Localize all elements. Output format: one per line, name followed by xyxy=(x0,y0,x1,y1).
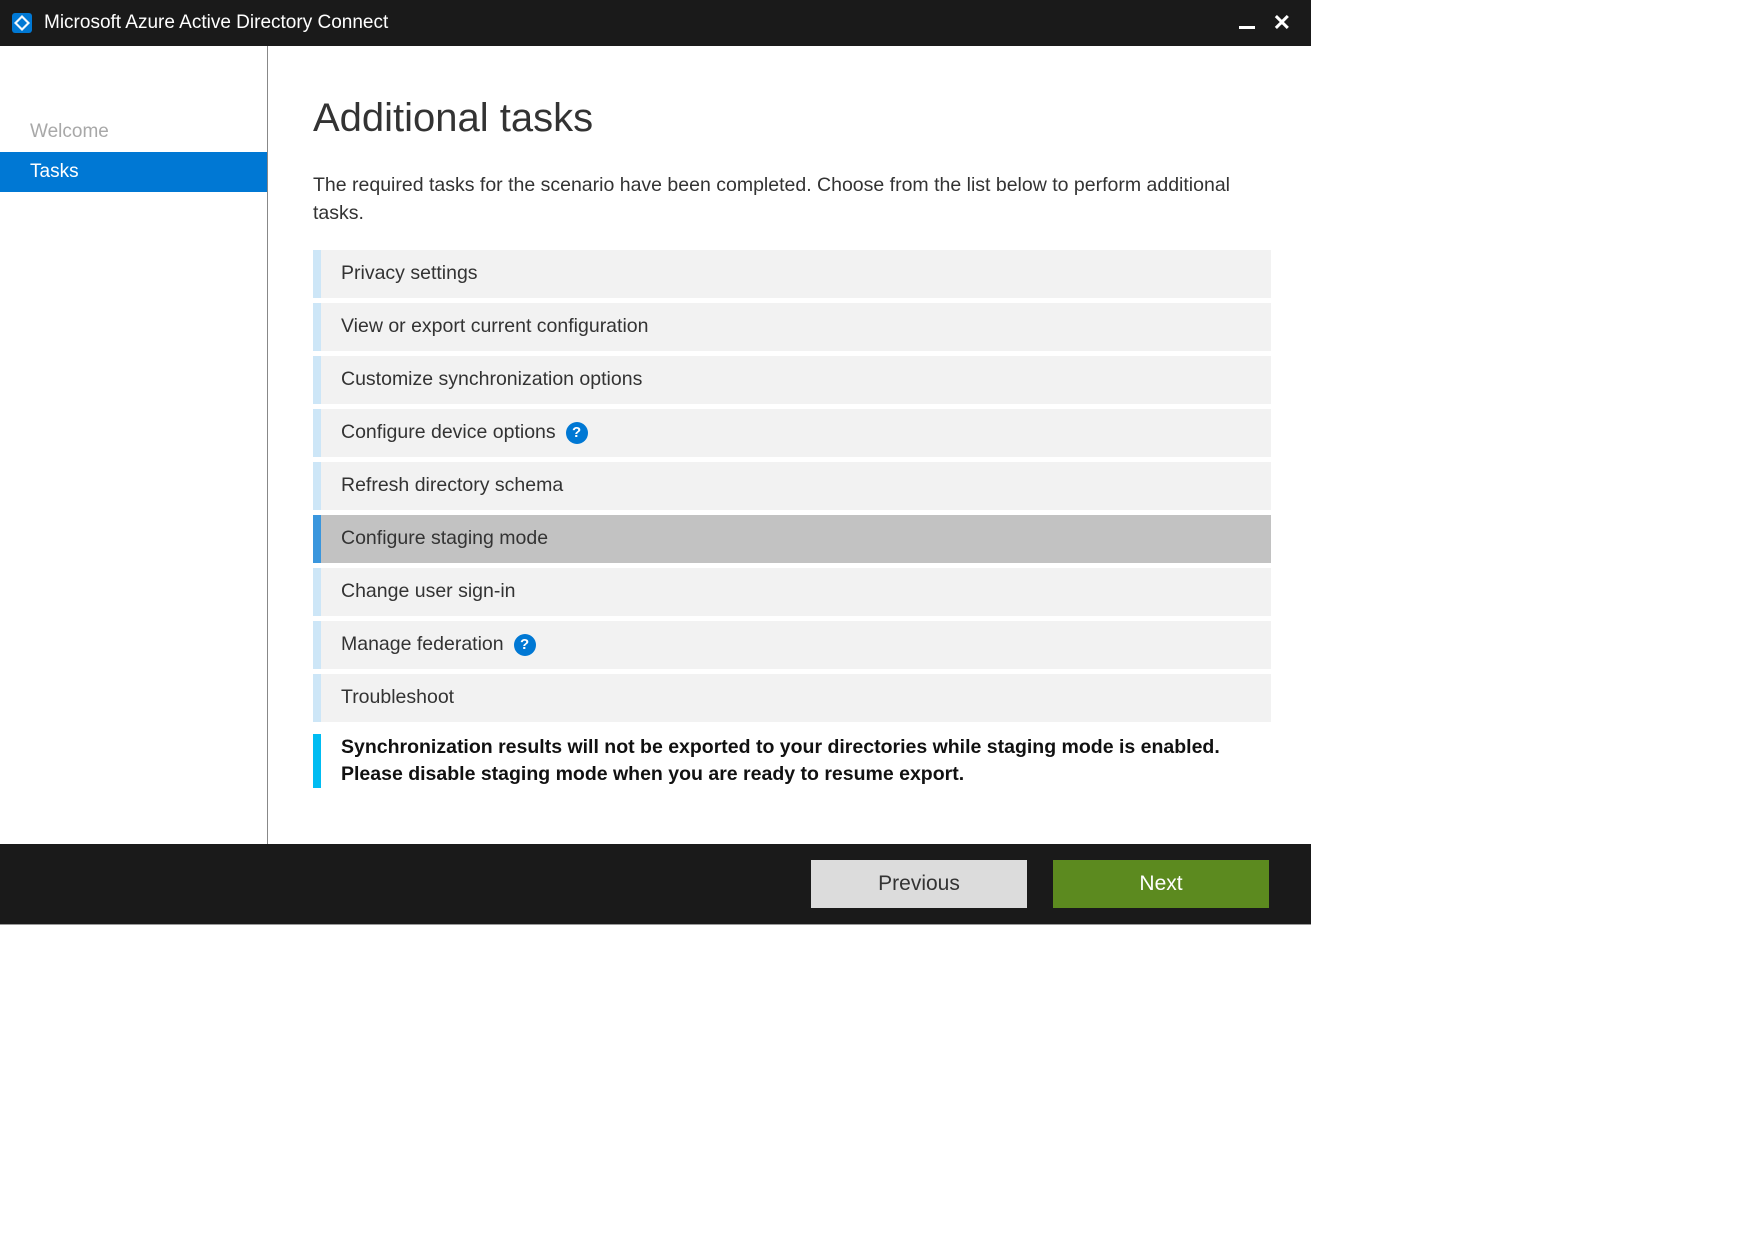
task-label: Customize synchronization options xyxy=(341,368,642,391)
page-title: Additional tasks xyxy=(313,96,1271,141)
app-window: Microsoft Azure Active Directory Connect… xyxy=(0,0,1311,925)
task-accent xyxy=(313,409,321,457)
task-accent xyxy=(313,303,321,351)
task-accent xyxy=(313,356,321,404)
sidebar-item-label: Tasks xyxy=(30,161,79,182)
page-description: The required tasks for the scenario have… xyxy=(313,171,1271,228)
close-icon[interactable]: ✕ xyxy=(1273,12,1291,34)
info-banner: Synchronization results will not be expo… xyxy=(313,734,1271,789)
body-area: Welcome Tasks Additional tasks The requi… xyxy=(0,46,1311,844)
minimize-icon[interactable] xyxy=(1239,26,1255,29)
next-button[interactable]: Next xyxy=(1053,860,1269,908)
task-label: Privacy settings xyxy=(341,262,478,285)
task-item-privacy-settings[interactable]: Privacy settings xyxy=(313,250,1271,298)
task-label: Manage federation xyxy=(341,633,504,656)
titlebar: Microsoft Azure Active Directory Connect… xyxy=(0,0,1311,46)
task-accent xyxy=(313,621,321,669)
help-icon[interactable]: ? xyxy=(566,422,588,444)
task-item-configure-staging[interactable]: Configure staging mode xyxy=(313,515,1271,563)
task-accent xyxy=(313,250,321,298)
task-item-troubleshoot[interactable]: Troubleshoot xyxy=(313,674,1271,722)
task-item-customize-sync[interactable]: Customize synchronization options xyxy=(313,356,1271,404)
info-banner-text: Synchronization results will not be expo… xyxy=(341,734,1271,789)
titlebar-title: Microsoft Azure Active Directory Connect xyxy=(44,12,1239,34)
sidebar: Welcome Tasks xyxy=(0,46,268,844)
content: Additional tasks The required tasks for … xyxy=(268,46,1311,844)
sidebar-item-label: Welcome xyxy=(30,121,109,142)
titlebar-controls: ✕ xyxy=(1239,12,1301,34)
help-icon[interactable]: ? xyxy=(514,634,536,656)
task-accent xyxy=(313,515,321,563)
task-label: View or export current configuration xyxy=(341,315,648,338)
previous-button[interactable]: Previous xyxy=(811,860,1027,908)
task-label: Configure device options xyxy=(341,421,556,444)
task-accent xyxy=(313,674,321,722)
task-accent xyxy=(313,462,321,510)
task-item-configure-device[interactable]: Configure device options ? xyxy=(313,409,1271,457)
task-label: Change user sign-in xyxy=(341,580,516,603)
task-label: Refresh directory schema xyxy=(341,474,563,497)
sidebar-item-tasks[interactable]: Tasks xyxy=(0,152,267,192)
sidebar-item-welcome: Welcome xyxy=(0,112,267,152)
task-label: Troubleshoot xyxy=(341,686,454,709)
footer: Previous Next xyxy=(0,844,1311,924)
task-item-manage-federation[interactable]: Manage federation ? xyxy=(313,621,1271,669)
task-item-view-export-config[interactable]: View or export current configuration xyxy=(313,303,1271,351)
task-item-change-signin[interactable]: Change user sign-in xyxy=(313,568,1271,616)
task-accent xyxy=(313,568,321,616)
info-accent xyxy=(313,734,321,789)
task-list: Privacy settings View or export current … xyxy=(313,250,1271,722)
azure-icon xyxy=(10,11,34,35)
task-label: Configure staging mode xyxy=(341,527,548,550)
task-item-refresh-schema[interactable]: Refresh directory schema xyxy=(313,462,1271,510)
